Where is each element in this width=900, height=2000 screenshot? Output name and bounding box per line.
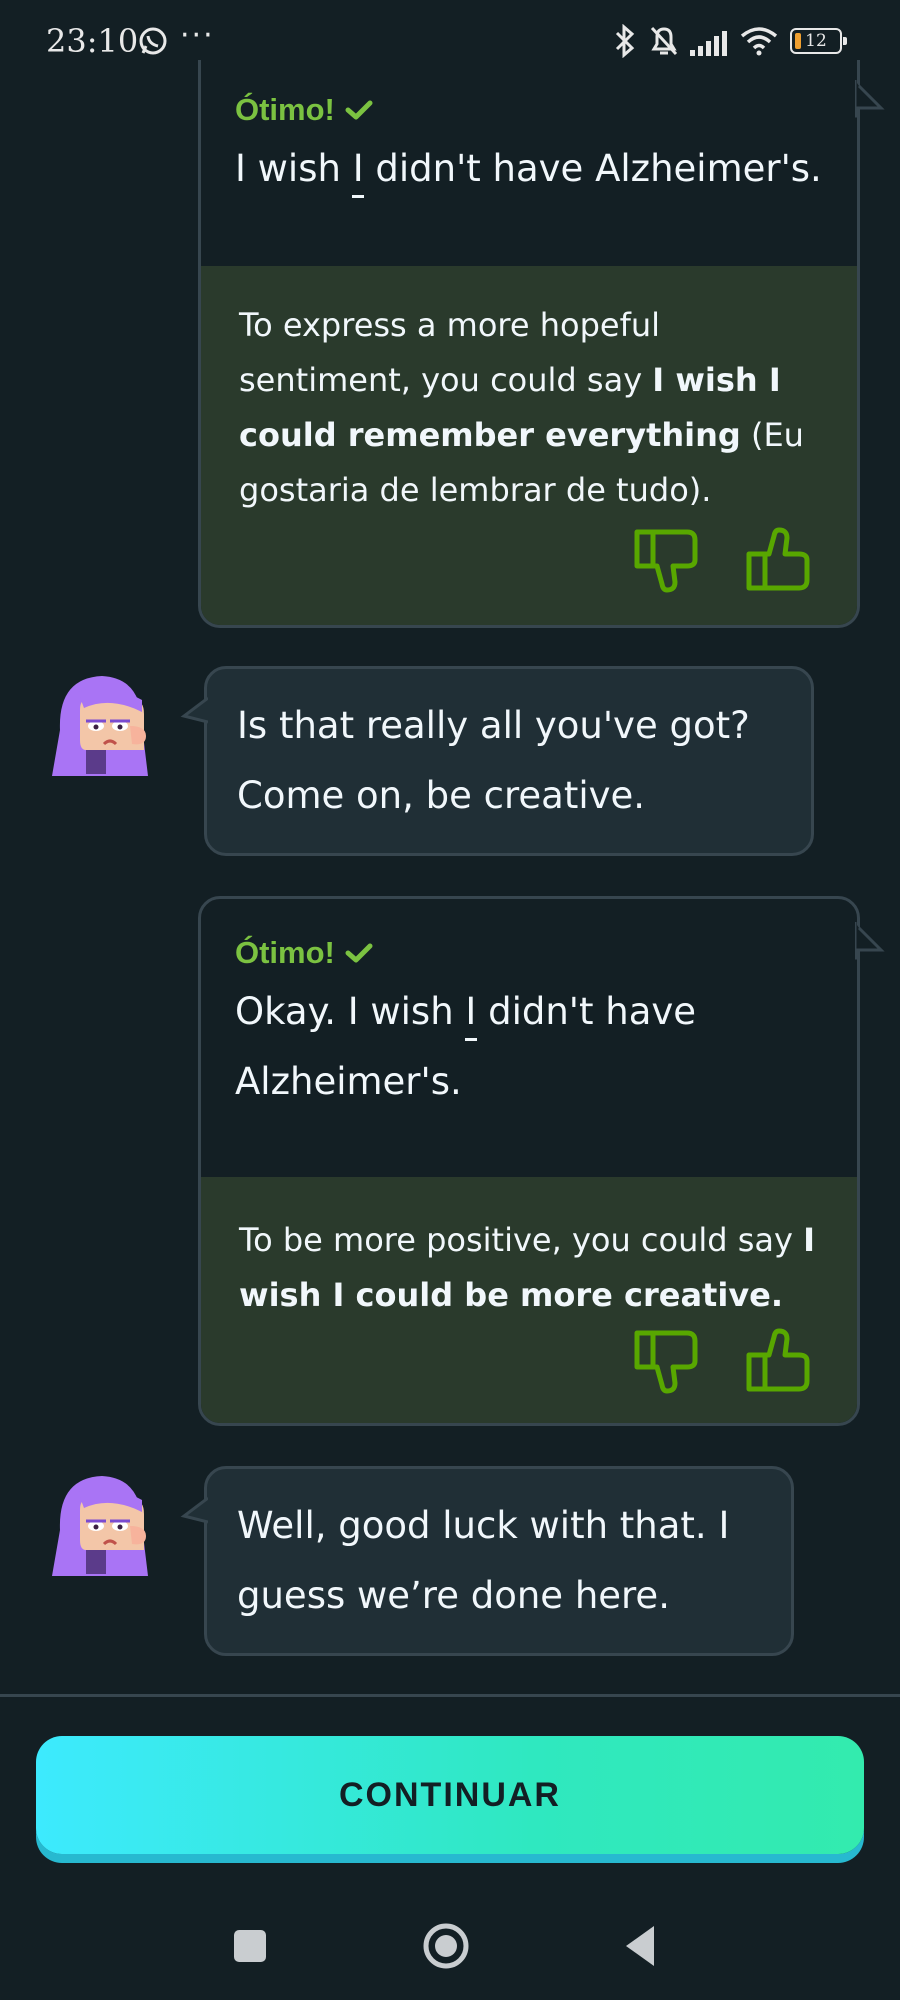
status-time: 23:10	[46, 22, 139, 60]
bubble-tail	[180, 1496, 208, 1524]
tutor-avatar	[52, 676, 148, 776]
thumbs-up-icon[interactable]	[741, 522, 817, 598]
highlighted-word[interactable]: I	[353, 134, 364, 204]
bubble-tail	[855, 80, 885, 118]
tutor-message-bubble: Is that really all you've got? Come on, …	[204, 666, 814, 856]
battery-icon: 12	[790, 28, 847, 54]
feedback-text: To be more positive, you could say I wis…	[239, 1221, 816, 1314]
bubble-tail	[855, 922, 885, 960]
checkmark-icon	[345, 100, 373, 120]
bubble-tail	[180, 696, 208, 724]
thumbs-up-icon[interactable]	[741, 1323, 817, 1399]
thumbs-down-icon[interactable]	[629, 522, 705, 598]
success-label: Ótimo!	[235, 935, 823, 971]
user-message-text: Okay. I wish I didn't have Alzheimer's.	[235, 977, 795, 1117]
feedback-text: To express a more hopeful sentiment, you…	[239, 306, 804, 509]
user-message-text: I wish I didn't have Alzheimer's.	[235, 134, 823, 204]
user-message-bubble: Ótimo! I wish I didn't have Alzheimer's.…	[198, 60, 860, 628]
footer-divider	[0, 1694, 900, 1697]
bell-muted-icon	[650, 26, 678, 56]
signal-icon	[690, 31, 727, 56]
whatsapp-icon	[139, 27, 167, 55]
user-message-bubble: Ótimo! Okay. I wish I didn't have Alzhei…	[198, 896, 860, 1426]
system-navigation-bar	[0, 1900, 900, 2000]
tutor-message-text: Is that really all you've got? Come on, …	[237, 704, 750, 817]
success-text: Ótimo!	[235, 935, 335, 970]
home-circle-icon[interactable]	[422, 1922, 470, 1970]
tutor-avatar	[52, 1476, 148, 1576]
recents-square-icon[interactable]	[232, 1928, 268, 1964]
checkmark-icon	[345, 943, 373, 963]
feedback-panel: To express a more hopeful sentiment, you…	[201, 266, 857, 625]
tutor-message-bubble: Well, good luck with that. I guess we’re…	[204, 1466, 794, 1656]
thumbs-down-icon[interactable]	[629, 1323, 705, 1399]
success-label: Ótimo!	[235, 92, 823, 128]
success-text: Ótimo!	[235, 92, 335, 127]
continue-button[interactable]: CONTINUAR	[36, 1736, 864, 1854]
wifi-icon	[740, 27, 778, 56]
feedback-panel: To be more positive, you could say I wis…	[201, 1177, 857, 1423]
bluetooth-icon	[615, 24, 635, 58]
battery-level: 12	[805, 31, 827, 51]
highlighted-word[interactable]: I	[465, 977, 476, 1047]
more-notifications-icon: ···	[180, 18, 215, 53]
back-triangle-icon[interactable]	[622, 1924, 658, 1968]
tutor-message-text: Well, good luck with that. I guess we’re…	[237, 1504, 730, 1617]
